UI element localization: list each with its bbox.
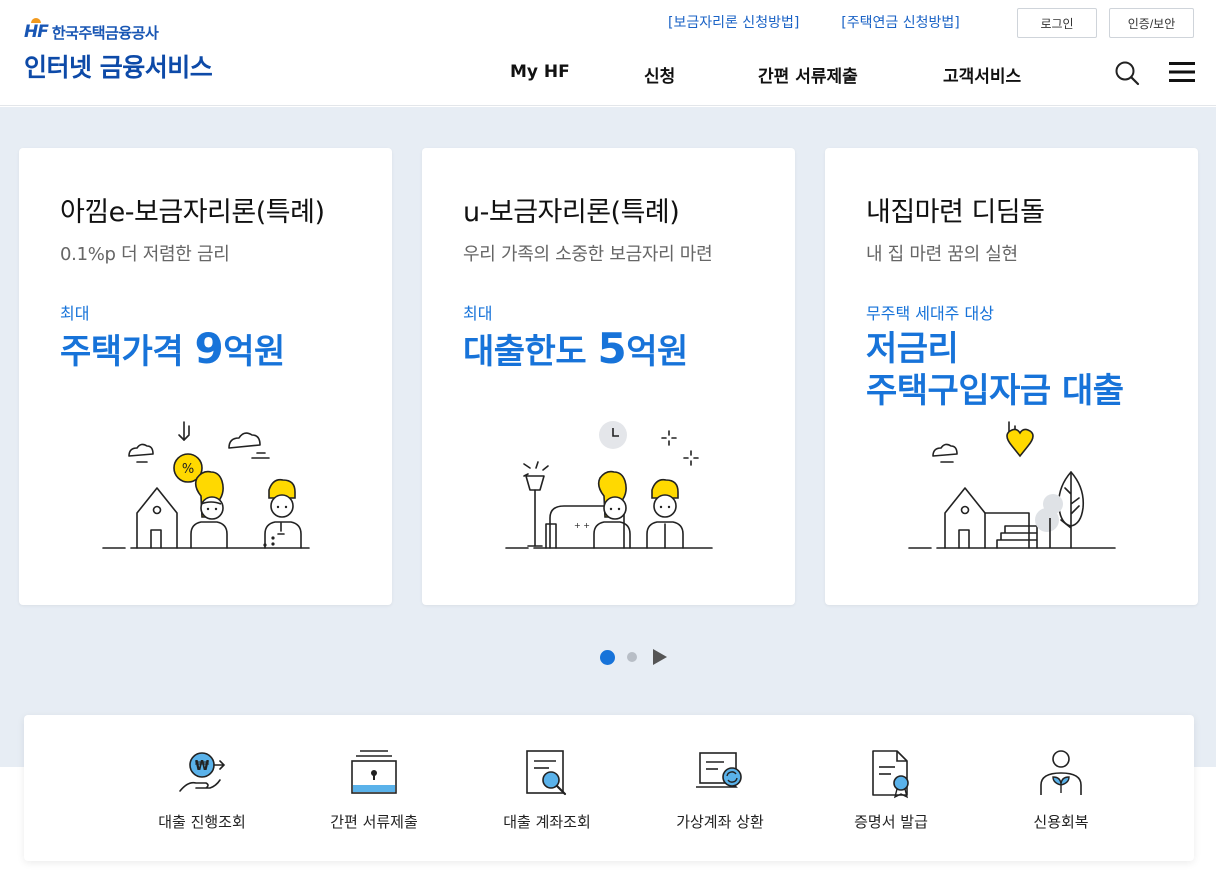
- card-tag: 최대: [463, 304, 493, 323]
- card-title: u-보금자리론(특례): [463, 197, 680, 228]
- org-name: 한국주택금융공사: [51, 23, 159, 42]
- bogeumjari-guide-link[interactable]: [보금자리론 신청방법]: [668, 12, 799, 32]
- login-button[interactable]: 로그인: [1017, 8, 1097, 38]
- card-title: 내집마련 디딤돌: [866, 197, 1045, 228]
- card-headline: 주택가격 9억원: [60, 324, 285, 373]
- hf-logo-mark: HF: [24, 18, 49, 42]
- person-sprout-icon: [1040, 750, 1082, 795]
- svg-text:%: %: [182, 462, 194, 477]
- site-header: HF 한국주택금융공사 인터넷 금융서비스 [보금자리론 신청방법] [주택연금…: [0, 0, 1216, 106]
- quick-label: 가상계좌 상환: [676, 813, 764, 831]
- pager-dot[interactable]: [627, 652, 637, 662]
- card-subtitle: 내 집 마련 꿈의 실현: [866, 244, 1018, 265]
- site-logo[interactable]: HF 한국주택금융공사 인터넷 금융서비스: [24, 18, 213, 84]
- quick-label: 대출 진행조회: [158, 813, 246, 831]
- service-title: 인터넷 금융서비스: [24, 53, 213, 82]
- logo-row: HF 한국주택금융공사: [24, 18, 212, 42]
- quick-document-submit[interactable]: 간편 서류제출: [299, 715, 449, 861]
- quick-credit-recovery[interactable]: 신용회복: [986, 715, 1136, 861]
- quick-virtual-account[interactable]: 가상계좌 상환: [645, 715, 795, 861]
- sofa-couple-illustration: + +: [505, 421, 713, 549]
- card-subtitle: 우리 가족의 소중한 보금자리 마련: [463, 244, 713, 265]
- card-tag: 무주택 세대주 대상: [866, 304, 994, 323]
- pager-dot-active[interactable]: [600, 649, 615, 665]
- nav-my-hf[interactable]: My HF: [510, 62, 570, 82]
- nav-document-submit[interactable]: 간편 서류제출: [758, 62, 858, 87]
- document-tray-icon: [351, 750, 397, 794]
- product-card-u-bogeumjari[interactable]: u-보금자리론(특례) 우리 가족의 소중한 보금자리 마련 최대 대출한도 5…: [422, 148, 795, 605]
- quick-certificate[interactable]: 증명서 발급: [816, 715, 966, 861]
- document-search-icon: [526, 750, 567, 796]
- card-headline: 저금리 주택구입자금 대출: [866, 329, 1124, 411]
- quick-label: 신용회복: [1033, 813, 1089, 831]
- product-carousel: 아낌e-보금자리론(특례) 0.1%p 더 저렴한 금리 최대 주택가격 9억원…: [0, 107, 1216, 767]
- carousel-pager: [600, 649, 667, 665]
- laptop-refresh-icon: [696, 752, 742, 788]
- svg-text:+ +: + +: [574, 521, 590, 530]
- nav-customer-service[interactable]: 고객서비스: [943, 62, 1021, 87]
- product-card-akkim[interactable]: 아낌e-보금자리론(특례) 0.1%p 더 저렴한 금리 최대 주택가격 9억원…: [19, 148, 392, 605]
- cert-security-button[interactable]: 인증/보안: [1109, 8, 1194, 38]
- search-icon[interactable]: [1114, 60, 1140, 86]
- quick-label: 대출 계좌조회: [503, 813, 591, 831]
- quick-account-inquiry[interactable]: 대출 계좌조회: [472, 715, 622, 861]
- quick-menu: ₩ 대출 진행조회 간편 서류제출 대출 계좌조회 가상계좌 상환 증명서 발급…: [24, 715, 1194, 861]
- card-tag: 최대: [60, 304, 90, 323]
- utility-links: [보금자리론 신청방법] [주택연금 신청방법]: [668, 12, 960, 32]
- house-couple-illustration: %: [102, 421, 310, 549]
- quick-label: 증명서 발급: [854, 813, 928, 831]
- nav-apply[interactable]: 신청: [644, 62, 675, 87]
- card-title: 아낌e-보금자리론(특례): [60, 197, 325, 228]
- product-card-didimdol[interactable]: 내집마련 디딤돌 내 집 마련 꿈의 실현 무주택 세대주 대상 저금리 주택구입…: [825, 148, 1198, 605]
- certificate-icon: [872, 750, 909, 799]
- quick-label: 간편 서류제출: [330, 813, 418, 831]
- card-subtitle: 0.1%p 더 저렴한 금리: [60, 244, 230, 265]
- quick-loan-progress[interactable]: ₩ 대출 진행조회: [127, 715, 277, 861]
- coin-hand-icon: ₩: [179, 752, 226, 792]
- card-headline: 대출한도 5억원: [463, 324, 688, 373]
- hamburger-menu-icon[interactable]: [1169, 61, 1195, 83]
- pension-guide-link[interactable]: [주택연금 신청방법]: [841, 12, 959, 32]
- svg-text:₩: ₩: [195, 759, 210, 774]
- play-icon[interactable]: [653, 649, 667, 665]
- house-heart-illustration: [908, 421, 1116, 549]
